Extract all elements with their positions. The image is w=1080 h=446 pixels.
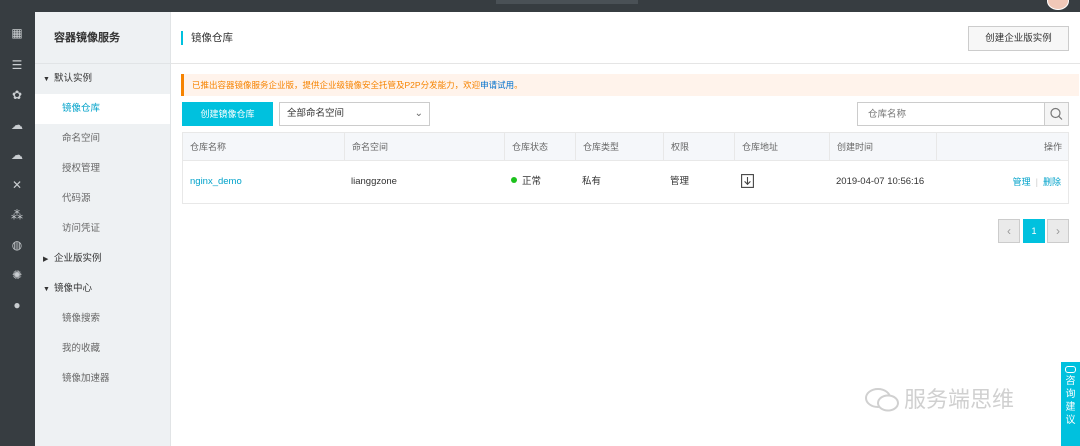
watermark-text: 服务端思维: [904, 387, 1015, 412]
notice-suffix: 。: [514, 80, 523, 90]
grid-icon[interactable]: ▦: [10, 26, 24, 40]
create-repository-button[interactable]: 创建镜像仓库: [182, 102, 273, 126]
delete-link[interactable]: 删除: [1043, 177, 1061, 187]
sidebar-group-default-instance[interactable]: ▼ 默认实例: [35, 64, 170, 94]
caret-right-icon: ▶: [43, 256, 49, 263]
column-header: 仓库状态: [504, 133, 575, 161]
next-page-button[interactable]: ›: [1047, 219, 1069, 243]
manage-link[interactable]: 管理: [1013, 177, 1031, 187]
repository-table: 仓库名称 命名空间 仓库状态 仓库类型 权限 仓库地址 创建时间 操作 ngin…: [182, 132, 1069, 204]
status-dot-icon: [511, 177, 517, 183]
nodes-icon[interactable]: ⁂: [10, 208, 24, 222]
global-search-bar[interactable]: [496, 0, 638, 4]
service-sidebar: 容器镜像服务 ▼ 默认实例 镜像仓库 命名空间 授权管理 代码源 访问凭证 ▶ 企业…: [35, 12, 171, 446]
column-header: 仓库名称: [190, 142, 227, 152]
circle-icon[interactable]: ●: [10, 298, 24, 312]
column-header: 权限: [663, 133, 734, 161]
status-cell: 正常: [504, 161, 541, 203]
cloud-icon[interactable]: ☁: [10, 118, 24, 132]
suggest-label: 建议: [1065, 402, 1076, 426]
column-header: 仓库类型: [575, 133, 663, 161]
consult-label: 咨询: [1065, 376, 1076, 400]
table-body: nginx_demo lianggzone 正常 私有 管理 2019-04-0…: [183, 161, 1068, 203]
type-cell: 私有: [582, 176, 602, 187]
globe-icon[interactable]: ◍: [10, 238, 24, 252]
apply-trial-link[interactable]: 申请试用: [480, 80, 514, 90]
page-header: 镜像仓库 创建企业版实例: [171, 12, 1080, 64]
top-navigation-bar: [0, 0, 1080, 12]
search-icon: [1050, 107, 1063, 120]
chevron-down-icon: ⌄: [414, 108, 423, 119]
row-actions: 管理 | 删除: [1013, 161, 1061, 203]
consult-feedback-button[interactable]: 咨询 建议: [1061, 362, 1080, 446]
create-enterprise-instance-button[interactable]: 创建企业版实例: [968, 26, 1069, 51]
caret-down-icon: ▼: [43, 286, 50, 293]
sidebar-group-image-center[interactable]: ▼ 镜像中心: [35, 274, 170, 304]
sidebar-item-code-source[interactable]: 代码源: [35, 184, 170, 214]
chat-icon: [1065, 366, 1076, 373]
sidebar-item-authorization[interactable]: 授权管理: [35, 154, 170, 184]
sidebar-item-image-search[interactable]: 镜像搜索: [35, 304, 170, 334]
network-icon[interactable]: ✕: [10, 178, 24, 192]
column-header: 操作: [936, 133, 1068, 161]
column-header: 创建时间: [829, 133, 936, 161]
product-icon-bar: ▦ ☰ ✿ ☁ ☁ ✕ ⁂ ◍ ✺ ●: [0, 12, 35, 446]
permission-cell: 管理: [670, 176, 690, 187]
page-title: 镜像仓库: [181, 31, 233, 45]
service-title: 容器镜像服务: [35, 12, 170, 64]
namespace-cell: lianggzone: [351, 176, 397, 187]
sidebar-item-access-credentials[interactable]: 访问凭证: [35, 214, 170, 244]
repository-search-input[interactable]: [857, 102, 1045, 126]
search-button[interactable]: [1044, 102, 1069, 126]
sidebar-item-namespaces[interactable]: 命名空间: [35, 124, 170, 154]
server-icon[interactable]: ☰: [10, 58, 24, 72]
table-header: 仓库名称 命名空间 仓库状态 仓库类型 权限 仓库地址 创建时间 操作: [183, 133, 1068, 161]
status-badge: 正常: [522, 176, 542, 187]
cloud-upload-icon[interactable]: ☁: [10, 148, 24, 162]
caret-down-icon: ▼: [43, 76, 50, 83]
notice-text: 已推出容器镜像服务企业版，提供企业级镜像安全托管及P2P分发能力，欢迎: [192, 80, 481, 90]
prev-page-button[interactable]: ‹: [998, 219, 1020, 243]
cluster-icon[interactable]: ✿: [10, 88, 24, 102]
sidebar-item-accelerator[interactable]: 镜像加速器: [35, 364, 170, 394]
column-header: 仓库地址: [734, 133, 829, 161]
avatar[interactable]: [1047, 0, 1069, 10]
wechat-icon: [865, 388, 899, 412]
sidebar-item-repositories[interactable]: 镜像仓库: [35, 94, 170, 124]
address-cell: [734, 161, 774, 203]
action-divider: |: [1035, 177, 1038, 187]
main-content: 镜像仓库 创建企业版实例 已推出容器镜像服务企业版，提供企业级镜像安全托管及P2…: [171, 12, 1080, 446]
namespace-select-value: 全部命名空间: [287, 108, 345, 119]
watermark: 服务端思维: [864, 383, 1014, 417]
notice-banner: 已推出容器镜像服务企业版，提供企业级镜像安全托管及P2P分发能力，欢迎申请试用。: [181, 74, 1079, 96]
settings-icon[interactable]: ✺: [10, 268, 24, 282]
repository-name-link[interactable]: nginx_demo: [183, 161, 242, 203]
created-time-cell: 2019-04-07 10:56:16: [836, 176, 925, 187]
sidebar-item-favorites[interactable]: 我的收藏: [35, 334, 170, 364]
download-icon[interactable]: [741, 174, 754, 188]
table-row: nginx_demo lianggzone 正常 私有 管理 2019-04-0…: [183, 161, 1068, 203]
namespace-select[interactable]: 全部命名空间 ⌄: [279, 102, 430, 126]
column-header: 命名空间: [344, 133, 504, 161]
sidebar-group-enterprise-instance[interactable]: ▶ 企业版实例: [35, 244, 170, 274]
page-button-current[interactable]: 1: [1023, 219, 1045, 243]
